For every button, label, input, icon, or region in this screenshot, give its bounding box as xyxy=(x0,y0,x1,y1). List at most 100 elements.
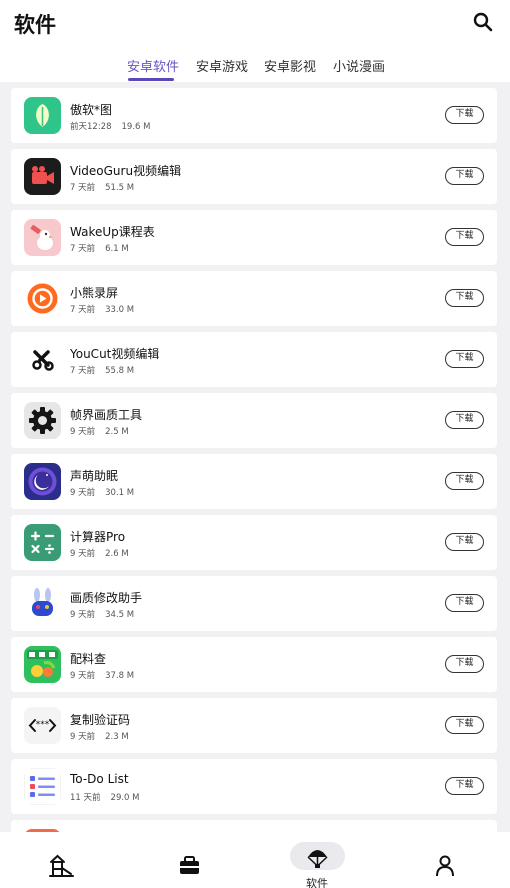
list-item[interactable]: 配料查 9 天前 37.8 M 下载 xyxy=(11,637,497,692)
download-button[interactable]: 下载 xyxy=(445,106,484,124)
category-tabs: 安卓软件 安卓游戏 安卓影视 小说漫画 xyxy=(0,56,510,82)
app-name: WakeUp课程表 xyxy=(70,225,155,239)
list-item[interactable] xyxy=(11,820,497,832)
app-size: 55.8 M xyxy=(105,366,135,376)
app-meta: 9 天前 2.3 M xyxy=(70,730,129,742)
app-meta: 前天12:28 19.6 M xyxy=(70,120,150,132)
download-button[interactable]: 下载 xyxy=(445,655,484,673)
app-time: 9 天前 xyxy=(70,488,96,498)
list-item[interactable]: WakeUp课程表 7 天前 6.1 M 下载 xyxy=(11,210,497,265)
app-meta: 7 天前 6.1 M xyxy=(70,242,129,254)
app-size: 6.1 M xyxy=(105,244,129,254)
page-title: 软件 xyxy=(14,13,56,37)
list-item[interactable]: VideoGuru视频编辑 7 天前 51.5 M 下载 xyxy=(11,149,497,204)
app-meta: 7 天前 33.0 M xyxy=(70,303,134,315)
download-button[interactable]: 下载 xyxy=(445,777,484,795)
app-time: 9 天前 xyxy=(70,427,96,437)
playground-icon xyxy=(49,854,74,877)
app-meta: 7 天前 51.5 M xyxy=(70,181,134,193)
app-name: 画质修改助手 xyxy=(70,591,143,605)
toolbox-icon xyxy=(180,856,199,874)
tab-novels-comics[interactable]: 小说漫画 xyxy=(333,56,385,75)
calculator-icon xyxy=(24,524,61,561)
bottom-nav: 软件 xyxy=(0,832,510,888)
search-button[interactable] xyxy=(470,9,496,35)
app-name: To-Do List xyxy=(70,772,129,786)
nav-tab-toolbox[interactable] xyxy=(168,832,212,888)
download-button[interactable]: 下载 xyxy=(445,167,484,185)
list-item[interactable]: To-Do List 11 天前 29.0 M 下载 xyxy=(11,759,497,814)
list-item[interactable]: 帧界画质工具 9 天前 2.5 M 下载 xyxy=(11,393,497,448)
app-time: 7 天前 xyxy=(70,305,96,315)
app-meta: 9 天前 2.6 M xyxy=(70,547,129,559)
list-item[interactable]: 小熊录屏 7 天前 33.0 M 下载 xyxy=(11,271,497,326)
list-item[interactable]: 画质修改助手 9 天前 34.5 M 下载 xyxy=(11,576,497,631)
download-button[interactable]: 下载 xyxy=(445,533,484,551)
app-name: 小熊录屏 xyxy=(70,286,119,300)
video-camera-icon xyxy=(24,158,61,195)
download-button[interactable]: 下载 xyxy=(445,289,484,307)
app-size: 51.5 M xyxy=(105,183,135,193)
app-size: 29.0 M xyxy=(110,793,140,803)
checklist-icon xyxy=(24,768,61,805)
user-icon xyxy=(436,855,454,877)
list-item[interactable]: 声萌助眠 9 天前 30.1 M 下载 xyxy=(11,454,497,509)
app-time: 9 天前 xyxy=(70,549,96,559)
download-button[interactable]: 下载 xyxy=(445,350,484,368)
list-item[interactable]: *** 复制验证码 9 天前 2.3 M 下载 xyxy=(11,698,497,753)
leaf-icon xyxy=(24,97,61,134)
list-item[interactable]: 傲软*图 前天12:28 19.6 M 下载 xyxy=(11,88,497,143)
app-meta: 7 天前 55.8 M xyxy=(70,364,134,376)
list-item[interactable]: YouCut视频编辑 7 天前 55.8 M 下载 xyxy=(11,332,497,387)
app-meta: 9 天前 37.8 M xyxy=(70,669,134,681)
app-size: 34.5 M xyxy=(105,610,135,620)
app-name: VideoGuru视频编辑 xyxy=(70,164,182,178)
app-size: 33.0 M xyxy=(105,305,135,315)
scissors-icon xyxy=(24,341,61,378)
app-list[interactable]: 傲软*图 前天12:28 19.6 M 下载 VideoGuru视频编辑 7 天前… xyxy=(0,82,510,832)
app-name: 傲软*图 xyxy=(70,103,113,117)
moon-icon xyxy=(24,463,61,500)
tab-android-apps[interactable]: 安卓软件 xyxy=(127,56,179,75)
app-name: 配料查 xyxy=(70,652,107,666)
nav-tab-playground[interactable] xyxy=(40,832,84,888)
tab-android-video[interactable]: 安卓影视 xyxy=(264,56,316,75)
app-size: 2.3 M xyxy=(105,732,129,742)
tab-android-games[interactable]: 安卓游戏 xyxy=(196,56,248,75)
nav-tab-profile[interactable] xyxy=(423,832,467,888)
bunny-icon xyxy=(24,585,61,622)
app-meta: 9 天前 2.5 M xyxy=(70,425,129,437)
active-tab-indicator xyxy=(128,78,174,81)
download-button[interactable]: 下载 xyxy=(445,594,484,612)
app-name: 帧界画质工具 xyxy=(70,408,143,422)
app-time: 7 天前 xyxy=(70,244,96,254)
download-button[interactable]: 下载 xyxy=(445,228,484,246)
svg-text:***: *** xyxy=(36,720,50,730)
search-icon xyxy=(473,12,493,32)
app-name: 复制验证码 xyxy=(70,713,131,727)
gear-icon xyxy=(24,402,61,439)
app-meta: 9 天前 30.1 M xyxy=(70,486,134,498)
app-time: 7 天前 xyxy=(70,366,96,376)
record-icon xyxy=(24,280,61,317)
app-size: 2.6 M xyxy=(105,549,129,559)
app-time: 9 天前 xyxy=(70,610,96,620)
top-bar: 软件 安卓软件 安卓游戏 安卓影视 小说漫画 xyxy=(0,0,510,82)
app-time: 前天12:28 xyxy=(70,122,112,132)
app-time: 11 天前 xyxy=(70,793,101,803)
app-size: 2.5 M xyxy=(105,427,129,437)
app-time: 7 天前 xyxy=(70,183,96,193)
nav-label-software: 软件 xyxy=(306,877,328,888)
download-button[interactable]: 下载 xyxy=(445,472,484,490)
download-button[interactable]: 下载 xyxy=(445,716,484,734)
ingredient-icon xyxy=(24,646,61,683)
download-button[interactable]: 下载 xyxy=(445,411,484,429)
app-size: 19.6 M xyxy=(121,122,151,132)
parachute-icon xyxy=(307,850,328,868)
code-icon: *** xyxy=(24,707,61,744)
bird-icon xyxy=(24,219,61,256)
app-name: 声萌助眠 xyxy=(70,469,119,483)
app-time: 9 天前 xyxy=(70,671,96,681)
app-size: 37.8 M xyxy=(105,671,135,681)
list-item[interactable]: 计算器Pro 9 天前 2.6 M 下载 xyxy=(11,515,497,570)
